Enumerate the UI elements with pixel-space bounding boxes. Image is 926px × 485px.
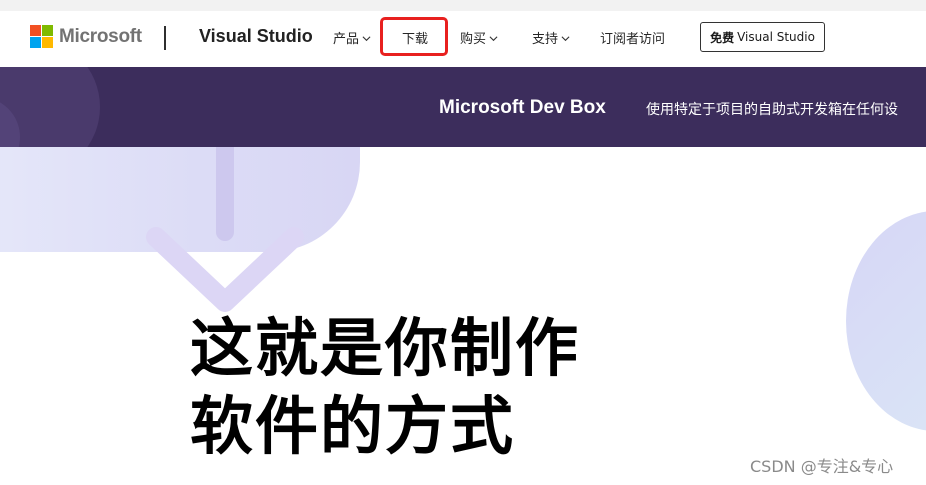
nav-buy-label: 购买 — [460, 32, 487, 47]
product-name[interactable]: Visual Studio — [199, 26, 313, 47]
down-arrow-icon — [146, 147, 304, 312]
dev-box-banner[interactable]: Microsoft Dev Box 使用特定于项目的自助式开发箱在任何设 — [0, 67, 926, 147]
download-highlight-box — [380, 17, 448, 56]
nav-subscriber-access[interactable]: 订阅者访问 — [600, 28, 665, 47]
page: Microsoft Visual Studio 产品 下载 购买 支持 订阅者访… — [0, 0, 926, 485]
chevron-down-icon — [561, 36, 570, 42]
brand-name: Microsoft — [59, 25, 142, 47]
free-button-bold: 免费 — [710, 30, 735, 45]
nav-buy[interactable]: 购买 — [460, 28, 498, 47]
microsoft-logo[interactable]: Microsoft — [30, 25, 142, 48]
header-divider — [164, 26, 166, 50]
hero-headline-line2: 软件的方式 — [190, 390, 515, 463]
banner-text: 使用特定于项目的自助式开发箱在任何设 — [646, 102, 898, 118]
hero-headline-line1: 这就是你制作 — [190, 312, 580, 385]
csdn-watermark: CSDN @专注&专心 — [750, 457, 894, 476]
hero-decor-circle — [846, 211, 926, 431]
nav-products-label: 产品 — [333, 32, 360, 47]
banner-title: Microsoft Dev Box — [439, 97, 606, 118]
nav-support[interactable]: 支持 — [532, 28, 570, 47]
nav-products[interactable]: 产品 — [333, 28, 371, 47]
site-header: Microsoft Visual Studio 产品 下载 购买 支持 订阅者访… — [0, 11, 926, 67]
chevron-down-icon — [489, 36, 498, 42]
chevron-down-icon — [362, 36, 371, 42]
microsoft-logo-icon — [30, 25, 53, 48]
free-visual-studio-button[interactable]: 免费 Visual Studio — [700, 22, 825, 52]
nav-support-label: 支持 — [532, 32, 559, 47]
hero-section: 这就是你制作 软件的方式 CSDN @专注&专心 — [0, 147, 926, 485]
top-strip — [0, 0, 926, 11]
nav-subscribers-label: 订阅者访问 — [600, 32, 666, 47]
free-button-text: Visual Studio — [737, 30, 815, 44]
hero-headline: 这就是你制作 软件的方式 — [190, 310, 580, 466]
